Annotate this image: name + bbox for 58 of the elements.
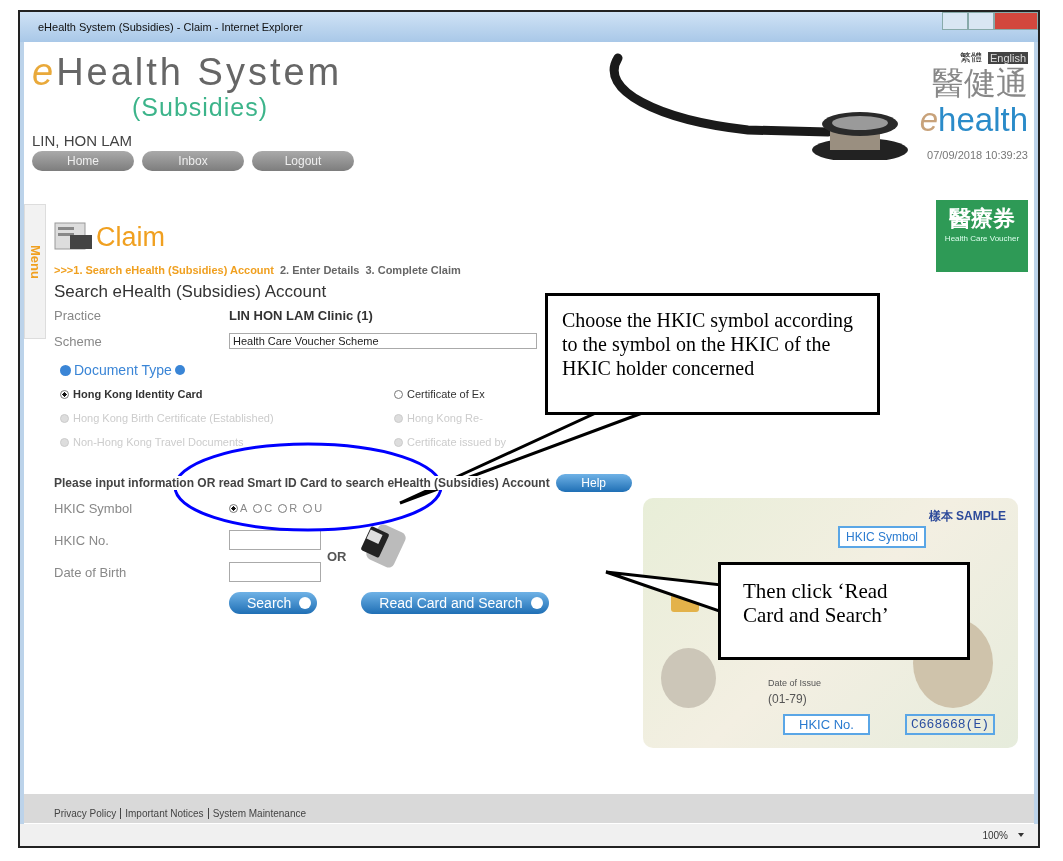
cards-icon — [54, 221, 94, 253]
date-of-birth-field[interactable] — [229, 562, 321, 582]
card-callout-label: HKIC Symbol — [838, 526, 927, 548]
language-link[interactable]: 繁體 — [957, 50, 984, 65]
field-label: HKIC Symbol — [54, 500, 134, 516]
or-label: OR — [327, 548, 347, 564]
language-link[interactable]: English — [987, 51, 1028, 64]
date-time: 07/09/2018 10:39:23 — [927, 149, 1028, 161]
footer-link[interactable]: Privacy Policy — [50, 808, 121, 819]
radio-label: R — [289, 502, 298, 514]
document-type-label: Document Type — [74, 362, 172, 378]
issue-date: (01-79) — [768, 692, 807, 706]
radio-label: C — [264, 502, 273, 514]
step-label: 2. Enter Details — [280, 264, 360, 276]
radio-label: U — [314, 502, 323, 514]
radio-button[interactable] — [303, 503, 313, 513]
close-button[interactable] — [994, 12, 1038, 30]
hkic-number-field[interactable] — [229, 530, 321, 550]
window-title: eHealth System (Subsidies) - Claim - Internet Explorer — [38, 21, 303, 33]
callout-note: Then click ‘Read Card and Search’ — [718, 562, 970, 660]
card-number: C668668(E) — [905, 714, 995, 735]
maximize-button[interactable] — [968, 12, 994, 30]
card-callout-label: HKIC No. — [783, 714, 870, 735]
radio-label: A — [240, 502, 248, 514]
field-label: Date of Birth — [54, 564, 128, 580]
brand-english: ehealth — [919, 101, 1028, 139]
bullet-icon — [60, 364, 71, 376]
caret-icon[interactable] — [1018, 833, 1024, 837]
radio-button[interactable] — [394, 389, 403, 399]
logo-subtitle: (Subsidies) — [132, 94, 270, 120]
radio-label: Hong Kong Identity Card — [73, 388, 203, 400]
zoom-level[interactable]: 100% — [982, 829, 1008, 841]
footer-link[interactable]: Important Notices — [120, 808, 208, 819]
radio-label: Certificate of Ex — [407, 388, 485, 400]
field-label: Practice — [54, 307, 102, 323]
user-name: LIN, HON LAM — [32, 132, 134, 149]
practice-value: LIN HON LAM Clinic (1) — [229, 307, 373, 323]
radio-button[interactable] — [253, 503, 263, 513]
instruction-text: Please input information OR read Smart ID Card to search eHealth (Subsidies) Account — [54, 476, 550, 490]
radio-button[interactable] — [60, 389, 69, 399]
step-label: 3. Complete Claim — [365, 264, 461, 276]
footer-link[interactable]: System Maintenance — [207, 808, 310, 819]
section-title: Search eHealth (Subsidies) Account — [54, 282, 328, 302]
sample-mark: 樣本 SAMPLE — [928, 508, 1006, 525]
page-heading: Claim — [96, 221, 165, 253]
logo-title: eHealth System — [32, 50, 344, 94]
scheme-dropdown[interactable]: Health Care Voucher Scheme — [229, 333, 537, 349]
radio-button[interactable] — [278, 503, 288, 513]
brand-chinese: 醫健通 — [932, 65, 1028, 101]
step-label: >>>1. Search eHealth (Subsidies) Account — [54, 264, 274, 276]
minimize-button[interactable] — [942, 12, 968, 30]
issue-label: Date of Issue — [768, 678, 822, 688]
voucher-badge: 醫療券 Health Care Voucher — [936, 200, 1028, 272]
info-icon[interactable] — [174, 365, 185, 375]
radio-button[interactable] — [229, 503, 238, 513]
field-label: Scheme — [54, 333, 103, 349]
callout-note: Choose the HKIC symbol according to the symbol on the HKIC of the HKIC holder concerned — [545, 293, 880, 415]
field-label: HKIC No. — [54, 532, 110, 548]
